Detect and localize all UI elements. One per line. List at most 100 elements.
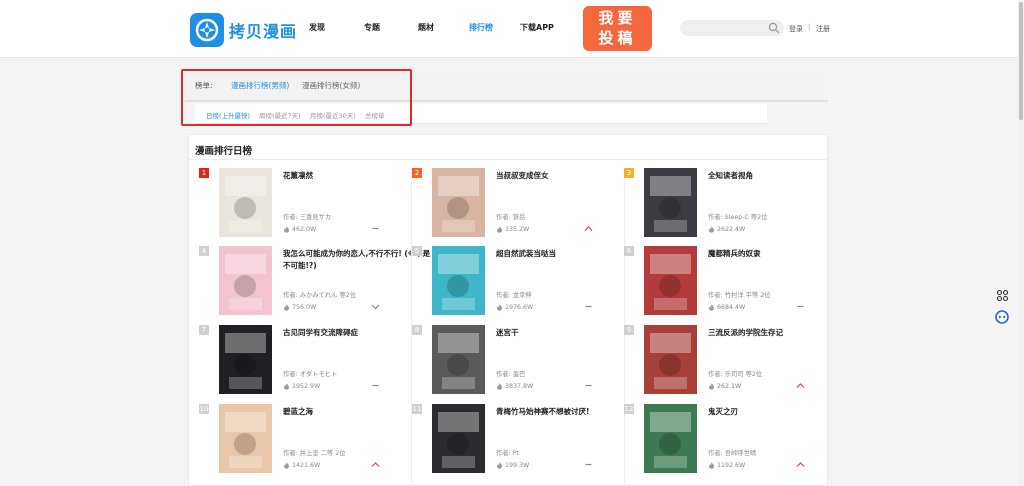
flame-icon: [497, 462, 502, 469]
brand-logo-icon[interactable]: [190, 13, 224, 47]
trend-flat-icon: [372, 227, 379, 230]
manga-author[interactable]: 作者: 乐司司 等2位: [708, 369, 762, 378]
manga-author[interactable]: 作者: みかみてれん 等2位: [283, 290, 356, 299]
ranking-card[interactable]: 3 全知读者视角 作者: Sleep-C 等2位 2622.4W: [624, 168, 824, 248]
manga-cover[interactable]: [219, 325, 272, 394]
rank-number: 9: [624, 325, 634, 335]
manga-cover[interactable]: [644, 404, 697, 473]
manga-cover[interactable]: [644, 168, 697, 237]
ranking-card[interactable]: 1 花薰凛然 作者: 三香見サカ 462.0W: [199, 168, 412, 248]
flame-icon: [497, 383, 502, 390]
trend-flat-icon: [585, 305, 592, 308]
manga-cover[interactable]: [432, 246, 485, 315]
heat-value: 756.0W: [292, 304, 317, 311]
top-header: 拷贝漫画 发现 专题 题材 排行榜 下载APP 我要 投稿 登录 | 注册: [0, 0, 1018, 58]
manga-author[interactable]: 作者: 铁岳: [496, 212, 525, 221]
trend-down-icon: [371, 304, 380, 310]
panel-title: 漫画排行日榜: [195, 146, 253, 157]
manga-author[interactable]: 作者: Pt: [496, 448, 519, 457]
manga-author[interactable]: 作者: オダトモヒト: [283, 369, 338, 378]
heat-value: 1976.6W: [505, 304, 534, 311]
nav-ranking[interactable]: 排行榜: [469, 22, 493, 33]
manga-cover[interactable]: [219, 168, 272, 237]
manga-cover[interactable]: [644, 246, 697, 315]
heat-value: 2622.4W: [717, 226, 746, 233]
rank-number: 11: [412, 404, 422, 414]
submit-button-label: 我要 投稿: [598, 9, 637, 47]
manga-cover[interactable]: [644, 325, 697, 394]
brand-name[interactable]: 拷贝漫画: [229, 18, 297, 42]
manga-author[interactable]: 作者: 蛋巴: [496, 369, 525, 378]
manga-author[interactable]: 作者: 龙幸伸: [496, 290, 532, 299]
login-link[interactable]: 登录: [789, 24, 803, 34]
nav-genres[interactable]: 题材: [418, 22, 434, 33]
rank-number: 3: [624, 168, 634, 178]
manga-cover[interactable]: [432, 168, 485, 237]
auth-separator: |: [808, 23, 811, 31]
heat-value: 3837.8W: [505, 383, 534, 390]
nav-topics[interactable]: 专题: [364, 22, 380, 33]
rank-number: 2: [412, 168, 422, 178]
trend-flat-icon: [585, 463, 592, 466]
heat-value: 1952.9W: [292, 383, 321, 390]
search-icon[interactable]: [768, 22, 780, 34]
grid-icon[interactable]: [994, 287, 1010, 303]
rank-number: 7: [199, 325, 209, 335]
ranking-card[interactable]: 9 三流反派的学院生存记 作者: 乐司司 等2位 262.1W: [624, 325, 824, 405]
ranking-card[interactable]: 6 魔都精兵的奴隶 作者: 竹村洋 平等 2位 6684.4W: [624, 246, 824, 326]
flame-icon: [497, 226, 502, 233]
heat-value: 1192.6W: [717, 462, 746, 469]
flame-icon: [284, 304, 289, 311]
manga-author[interactable]: 作者: 三香見サカ: [283, 212, 331, 221]
heat-stat: 199.3W: [496, 462, 529, 469]
heat-stat: 2622.4W: [708, 226, 745, 233]
manga-cover[interactable]: [219, 246, 272, 315]
flame-icon: [284, 226, 289, 233]
manga-title[interactable]: 魔都精兵的奴隶: [708, 248, 858, 260]
heat-value: 1421.6W: [292, 462, 321, 469]
rank-number: 1: [199, 168, 209, 178]
ranking-card[interactable]: 5 超自然武装当哒当 作者: 龙幸伸 1976.6W: [412, 246, 625, 326]
ranking-card[interactable]: 4 我怎么可能成为你的恋人,不行不行! (※不是不可能!?) 作者: みかみてれ…: [199, 246, 430, 326]
manga-cover[interactable]: [432, 325, 485, 394]
trend-up-icon: [796, 383, 805, 388]
register-link[interactable]: 注册: [816, 24, 830, 34]
highlight-frame: [181, 69, 412, 126]
manga-author[interactable]: 作者: 吾峠呼世晴: [708, 448, 756, 457]
search-input[interactable]: [680, 20, 784, 36]
manga-title[interactable]: 三流反派的学院生存记: [708, 327, 858, 339]
trend-none-icon: [796, 224, 805, 233]
manga-title[interactable]: 全知读者视角: [708, 170, 858, 182]
ranking-card[interactable]: 8 迷宫干 作者: 蛋巴 3837.8W: [412, 325, 625, 405]
manga-cover[interactable]: [219, 404, 272, 473]
page-scrollbar[interactable]: [1018, 0, 1024, 486]
flame-icon: [497, 304, 502, 311]
nav-discover[interactable]: 发现: [309, 22, 325, 33]
manga-cover[interactable]: [432, 404, 485, 473]
trend-flat-icon: [372, 384, 379, 387]
manga-author[interactable]: 作者: 竹村洋 平等 2位: [708, 290, 771, 299]
ranking-card[interactable]: 10 碧蓝之海 作者: 井上坚 二等 2位 1421.6W: [199, 404, 412, 484]
heat-stat: 1192.6W: [708, 462, 745, 469]
submit-manga-button[interactable]: 我要 投稿: [583, 6, 652, 51]
ranking-card[interactable]: 12 鬼灭之刃 作者: 吾峠呼世晴 1192.6W: [624, 404, 824, 484]
heat-stat: 1421.6W: [283, 462, 320, 469]
flame-icon: [709, 304, 714, 311]
heat-value: 462.0W: [292, 226, 317, 233]
ranking-card[interactable]: 11 青梅竹马始神赛不想被讨厌! 作者: Pt 199.3W: [412, 404, 625, 484]
rank-number: 5: [412, 246, 422, 256]
heat-stat: 462.0W: [283, 226, 316, 233]
ranking-card[interactable]: 7 古见同学有交流障碍症 作者: オダトモヒト 1952.9W: [199, 325, 412, 405]
manga-author[interactable]: 作者: 井上坚 二等 2位: [283, 448, 346, 457]
manga-author[interactable]: 作者: Sleep-C 等2位: [708, 212, 767, 221]
trend-flat-icon: [797, 305, 804, 308]
ranking-card[interactable]: 2 当叔叔变成侄女 作者: 铁岳 135.2W: [412, 168, 625, 248]
scrollbar-thumb[interactable]: [1019, 2, 1023, 120]
nav-download-app[interactable]: 下载APP: [520, 22, 554, 33]
flame-icon: [709, 226, 714, 233]
customer-service-icon[interactable]: [994, 309, 1010, 325]
rank-number: 10: [199, 404, 209, 414]
flame-icon: [709, 383, 714, 390]
heat-value: 262.1W: [717, 383, 742, 390]
manga-title[interactable]: 鬼灭之刃: [708, 406, 858, 418]
